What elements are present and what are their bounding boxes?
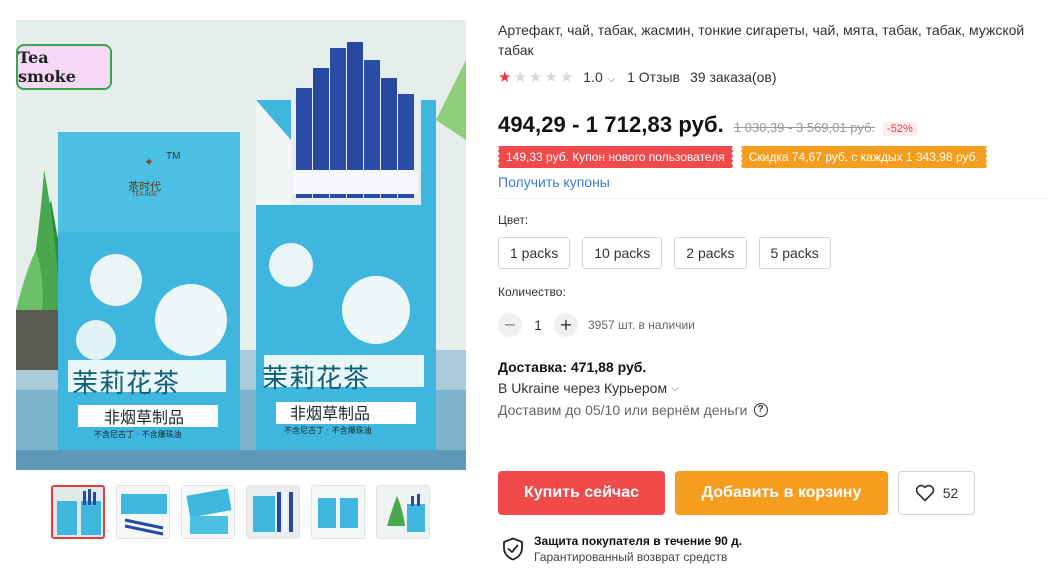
thumbnail-strip — [51, 485, 430, 539]
rating-stars: ★ ★ ★ ★ ★ — [498, 70, 573, 85]
thumbnail-1[interactable] — [51, 485, 105, 539]
old-price: 1 030,39 - 3 569,01 руб. — [733, 120, 876, 135]
watermark-badge: Tea smoke — [16, 44, 112, 90]
option-5-packs[interactable]: 5 packs — [758, 237, 831, 269]
shield-check-icon — [503, 537, 523, 561]
thumbnail-6[interactable] — [376, 485, 430, 539]
box-tm: TM — [166, 151, 181, 162]
delivery-route-text: В Ukraine через Курьером — [498, 380, 668, 396]
delivery-price: Доставка: 471,88 руб. — [498, 359, 647, 375]
protection-title: Защита покупателя в течение 90 д. — [534, 534, 743, 548]
box-note-right: 不含尼古丁 · 不含爆珠油 — [284, 426, 372, 435]
quantity-value[interactable]: 1 — [522, 317, 554, 333]
reviews-link[interactable]: 1 Отзыв — [627, 69, 680, 85]
option-10-packs[interactable]: 10 packs — [582, 237, 663, 269]
thumbnail-4[interactable] — [246, 485, 300, 539]
rating-row: ★ ★ ★ ★ ★ 1.0 ⌵ 1 Отзыв 39 заказа(ов) — [498, 68, 1058, 86]
protection-subtitle: Гарантированный возврат средств — [534, 550, 728, 564]
quantity-label: Количество: — [498, 285, 566, 299]
main-product-image[interactable]: ✦ 茶时代 TEA AGE TM 茉莉花茶 非烟草制品 不含尼古丁 · 不含爆珠 — [16, 20, 466, 470]
color-label: Цвет: — [498, 213, 529, 227]
product-info-panel: Артефакт, чай, табак, жасмин, тонкие сиг… — [497, 20, 1058, 418]
action-buttons: Купить сейчас Добавить в корзину 52 — [498, 471, 975, 515]
star-icon-empty: ★ — [513, 68, 527, 86]
quantity-stepper: − 1 + 3957 шт. в наличии — [498, 313, 1058, 337]
new-user-coupon[interactable]: 149,33 руб. Купон нового пользователя — [497, 146, 733, 168]
box-note-left: 不含尼古丁 · 不含爆珠油 — [94, 430, 182, 439]
wishlist-button[interactable]: 52 — [898, 471, 975, 515]
delivery-promise: Доставим до 05/10 или вернём деньги ? — [498, 402, 1058, 418]
box-title-right: 茉莉花茶 — [262, 364, 371, 394]
current-price: 494,29 - 1 712,83 руб. — [498, 112, 724, 137]
orders-count: 39 заказа(ов) — [690, 69, 777, 85]
stock-count: 3957 шт. в наличии — [588, 318, 695, 332]
quantity-increase-button[interactable]: + — [554, 313, 578, 337]
thumbnail-3[interactable] — [181, 485, 235, 539]
option-1-packs[interactable]: 1 packs — [498, 237, 571, 269]
box-subtitle-right: 非烟草制品 — [290, 404, 371, 423]
option-2-packs[interactable]: 2 packs — [674, 237, 747, 269]
thumbnail-2[interactable] — [116, 485, 170, 539]
rating-value-dropdown[interactable]: 1.0 ⌵ — [583, 69, 615, 85]
box-brand-mark: ✦ — [144, 155, 154, 169]
star-icon-empty: ★ — [528, 68, 543, 86]
delivery-promise-text: Доставим до 05/10 или вернём деньги — [498, 402, 748, 418]
heart-icon — [915, 484, 934, 502]
coupons-row: 149,33 руб. Купон нового пользователя Ск… — [497, 146, 1058, 168]
divider — [498, 198, 1048, 199]
buy-now-button[interactable]: Купить сейчас — [498, 471, 665, 515]
buyer-protection: Защита покупателя в течение 90 д. Гарант… — [502, 534, 742, 564]
product-title: Артефакт, чай, табак, жасмин, тонкие сиг… — [498, 22, 1025, 58]
wishlist-count: 52 — [942, 485, 959, 501]
star-icon-empty: ★ — [559, 68, 574, 86]
delivery-route-dropdown[interactable]: В Ukraine через Курьером ⌵ — [498, 380, 1058, 396]
store-discount-coupon[interactable]: Скидка 74,67 руб. с каждых 1 343,98 руб. — [739, 146, 987, 168]
chevron-down-icon: ⌵ — [671, 382, 679, 394]
chevron-down-icon: ⌵ — [604, 74, 616, 85]
box-subtitle-left: 非烟草制品 — [104, 408, 185, 427]
thumbnail-5[interactable] — [311, 485, 365, 539]
quantity-decrease-button[interactable]: − — [498, 313, 522, 337]
price-row: 494,29 - 1 712,83 руб. 1 030,39 - 3 569,… — [498, 112, 1058, 140]
discount-badge: -52% — [883, 122, 917, 136]
add-to-cart-button[interactable]: Добавить в корзину — [675, 471, 888, 515]
get-coupons-link[interactable]: Получить купоны — [498, 174, 1058, 192]
box-title-left: 茉莉花茶 — [72, 369, 181, 399]
star-icon-filled: ★ — [498, 68, 512, 86]
star-icon-empty: ★ — [544, 68, 558, 86]
box-brand-sub: TEA AGE — [132, 192, 158, 198]
variant-options: 1 packs 10 packs 2 packs 5 packs — [498, 237, 1058, 269]
question-icon[interactable]: ? — [753, 403, 768, 417]
